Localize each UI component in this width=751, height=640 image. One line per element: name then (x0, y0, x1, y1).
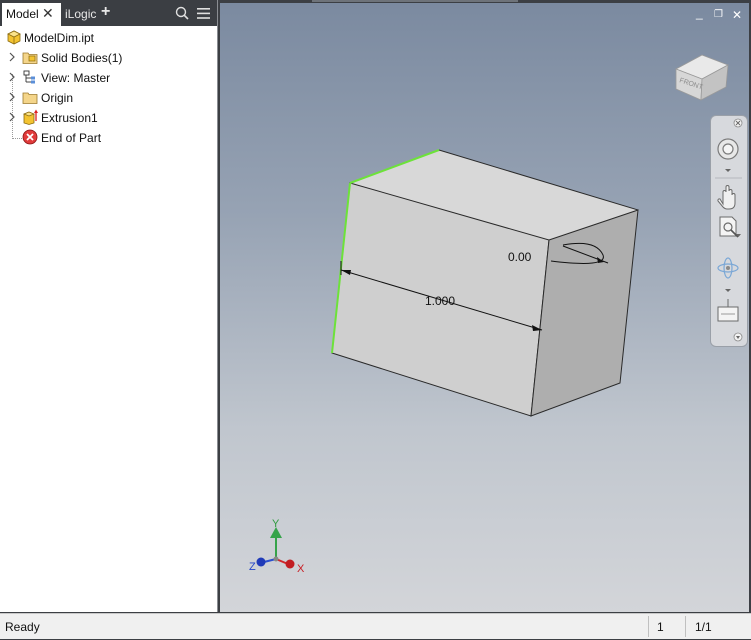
axis-z-label: Z (249, 561, 256, 573)
menu-icon[interactable] (197, 8, 210, 19)
restore-icon[interactable]: ❐ (714, 9, 723, 20)
chevron-right-icon[interactable] (8, 112, 16, 122)
search-icon[interactable] (175, 6, 189, 20)
close-tab-icon[interactable]: ✕ (42, 5, 54, 21)
browser-tabbar: Model ✕ iLogic + (0, 0, 217, 26)
view-rep-icon (23, 70, 35, 84)
navigation-bar (710, 115, 748, 347)
tree-item-label: View: Master (41, 71, 111, 85)
chevron-right-icon[interactable] (8, 52, 16, 62)
pan-hand-icon[interactable] (717, 185, 736, 210)
extrusion-icon (23, 109, 38, 125)
axis-y-label: Y (272, 518, 280, 530)
dimension-angle-value[interactable]: 0.00 (508, 250, 532, 264)
model-canvas[interactable]: 1.000 0.00 Y X Z FRONT (220, 3, 749, 612)
status-pages: 1/1 (695, 620, 712, 634)
zoom-window-icon[interactable] (719, 216, 739, 238)
chevron-right-icon[interactable] (8, 92, 16, 102)
orbit-icon[interactable] (717, 257, 739, 279)
tree-item-view-master[interactable]: View: Master (8, 68, 208, 88)
graphics-viewport[interactable]: 1.000 0.00 Y X Z FRONT (220, 3, 749, 612)
part-file-icon (7, 30, 21, 45)
tree-item-origin[interactable]: Origin (8, 88, 208, 108)
viewport-window-controls: _ ❐ ✕ (690, 6, 748, 22)
tab-model[interactable]: Model ✕ (2, 3, 61, 26)
look-at-icon[interactable] (717, 299, 739, 322)
viewport-top-strip (312, 0, 518, 2)
dimension-length-value[interactable]: 1.000 (425, 294, 455, 308)
dropdown-arrow-icon[interactable] (725, 289, 731, 292)
add-tab-button[interactable]: + (101, 3, 110, 21)
tree-item-label: Extrusion1 (41, 111, 98, 125)
tree-item-solid-bodies[interactable]: Solid Bodies(1) (8, 48, 208, 68)
status-count: 1 (657, 620, 664, 634)
folder-solid-bodies-icon (22, 52, 38, 64)
steering-wheel-icon[interactable] (717, 138, 739, 160)
status-text: Ready (5, 620, 40, 634)
axis-x-label: X (297, 563, 305, 575)
tab-model-label: Model (6, 7, 39, 21)
tree-item-label: Solid Bodies(1) (41, 51, 123, 65)
status-bar: Ready 1 1/1 (0, 613, 751, 639)
dropdown-arrow-icon[interactable] (725, 169, 731, 172)
tree-item-end-of-part[interactable]: End of Part (16, 128, 206, 148)
axis-triad: Y X Z (249, 518, 305, 575)
tree-item-label: Origin (41, 91, 74, 105)
status-divider (648, 616, 649, 637)
tree-root-label: ModelDim.ipt (24, 31, 95, 45)
end-of-part-icon (22, 129, 38, 145)
tree-item-label: End of Part (41, 131, 102, 145)
status-divider (685, 616, 686, 637)
folder-icon (22, 92, 38, 104)
navbar-close-icon[interactable] (733, 118, 743, 128)
navbar-customize-icon[interactable] (733, 332, 743, 342)
tree-item-extrusion[interactable]: Extrusion1 (8, 108, 208, 128)
minimize-icon[interactable]: _ (696, 6, 703, 20)
viewcube[interactable]: FRONT (675, 54, 729, 101)
tab-ilogic[interactable]: iLogic (65, 7, 96, 21)
chevron-right-icon[interactable] (8, 72, 16, 82)
model-browser: Model ✕ iLogic + ModelDim.ipt Solid Bodi… (0, 0, 218, 612)
close-icon[interactable]: ✕ (732, 8, 742, 22)
